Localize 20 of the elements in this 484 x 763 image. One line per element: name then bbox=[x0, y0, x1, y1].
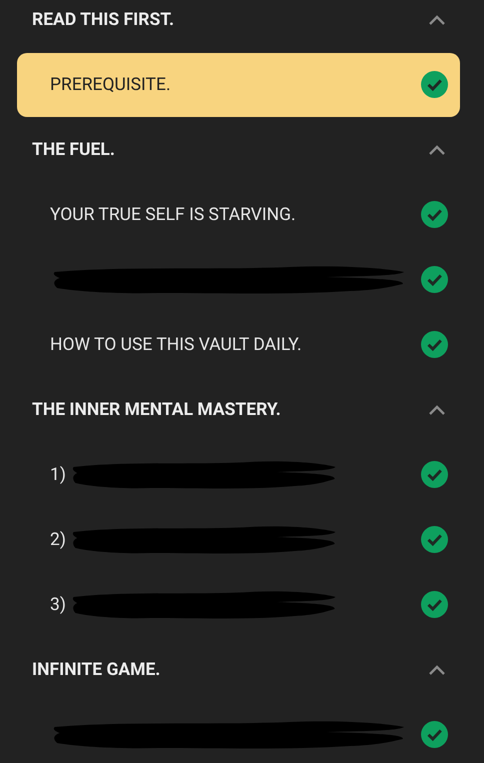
chevron-up-icon[interactable] bbox=[428, 404, 446, 416]
section-title: THE INNER MENTAL MASTERY. bbox=[32, 400, 281, 420]
lesson-item[interactable]: YOUR TRUE SELF IS STARVING. bbox=[17, 182, 460, 246]
lesson-title: HOW TO USE THIS VAULT DAILY. bbox=[50, 334, 302, 354]
lesson-title: 3) bbox=[50, 594, 66, 614]
lesson-item[interactable]: PREREQUISITE. bbox=[17, 52, 460, 116]
chevron-up-icon[interactable] bbox=[428, 664, 446, 676]
lesson-item[interactable]: HOW TO USE THIS VAULT DAILY. bbox=[17, 312, 460, 376]
section-title: INFINITE GAME. bbox=[32, 660, 160, 680]
section-title: THE FUEL. bbox=[32, 140, 115, 160]
lesson-item[interactable]: 3) bbox=[17, 572, 460, 636]
chevron-up-icon[interactable] bbox=[428, 144, 446, 156]
lesson-item[interactable]: 1) bbox=[17, 442, 460, 506]
lesson-title: PREREQUISITE. bbox=[50, 74, 171, 94]
lesson-item[interactable]: 2) bbox=[17, 508, 460, 572]
section-title: READ THIS FIRST. bbox=[32, 10, 174, 30]
chevron-up-icon[interactable] bbox=[428, 14, 446, 26]
lesson-title: 2) bbox=[50, 530, 66, 550]
lesson-title: 1) bbox=[50, 464, 66, 484]
lesson-title: YOUR TRUE SELF IS STARVING. bbox=[50, 204, 296, 224]
